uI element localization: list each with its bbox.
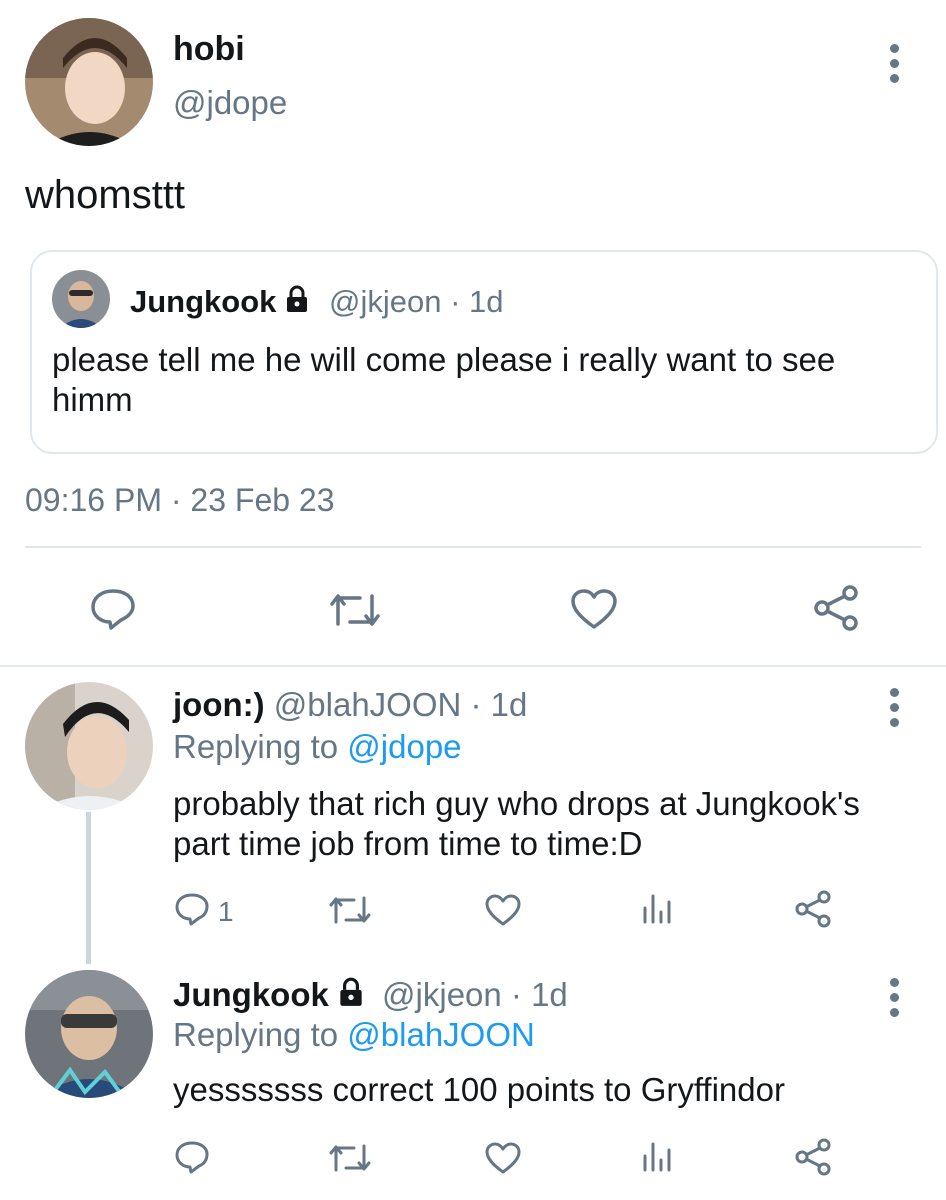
avatar-jungkook[interactable] <box>25 970 153 1098</box>
reply2-name[interactable]: Jungkook <box>173 976 329 1013</box>
reply1-replying-prefix: Replying to <box>173 728 339 765</box>
reply-icon[interactable] <box>90 588 136 630</box>
avatar-hobi[interactable] <box>25 18 153 146</box>
quoted-handle[interactable]: @jkjeon · 1d <box>329 284 504 319</box>
thread-line <box>86 812 91 964</box>
reply2-replying-prefix: Replying to <box>173 1016 339 1053</box>
reply1-text: probably that rich guy who drops at Jung… <box>173 785 860 862</box>
quoted-text: please tell me he will come please i rea… <box>52 341 836 418</box>
share-icon[interactable] <box>812 584 860 632</box>
more-icon[interactable] <box>884 688 904 733</box>
more-icon[interactable] <box>884 978 904 1023</box>
retweet-icon[interactable] <box>328 1142 372 1174</box>
reply2-text: yesssssss correct 100 points to Gryffind… <box>173 1071 785 1108</box>
retweet-icon[interactable] <box>328 590 382 630</box>
avatar-joon[interactable] <box>25 682 153 810</box>
lock-icon <box>287 285 308 312</box>
main-tweet-timestamp: 09:16 PM · 23 Feb 23 <box>25 482 335 518</box>
section-divider <box>0 665 946 667</box>
lock-icon <box>340 977 362 1006</box>
share-icon[interactable] <box>794 1138 832 1176</box>
main-tweet-text: whomsttt <box>25 173 186 217</box>
main-tweet-name[interactable]: hobi <box>173 30 245 69</box>
share-icon[interactable] <box>794 890 832 928</box>
more-icon[interactable] <box>884 44 904 89</box>
reply2-replying-to[interactable]: @blahJOON <box>347 1016 535 1053</box>
analytics-icon[interactable] <box>640 892 674 926</box>
reply1-name[interactable]: joon:) <box>173 686 265 723</box>
like-icon[interactable] <box>484 893 522 927</box>
reply1-reply-count: 1 <box>218 896 234 927</box>
main-tweet-handle[interactable]: @jdope <box>173 84 287 122</box>
like-icon[interactable] <box>484 1141 522 1175</box>
divider <box>25 546 921 548</box>
reply1-handle[interactable]: @blahJOON · 1d <box>274 686 528 723</box>
reply-icon[interactable] <box>174 892 210 926</box>
retweet-icon[interactable] <box>328 894 372 926</box>
reply-icon[interactable] <box>174 1140 210 1174</box>
reply2-handle[interactable]: @jkjeon · 1d <box>382 976 568 1013</box>
analytics-icon[interactable] <box>640 1140 674 1174</box>
avatar-jungkook-small[interactable] <box>52 270 110 328</box>
quoted-name[interactable]: Jungkook <box>130 284 276 319</box>
like-icon[interactable] <box>570 588 618 630</box>
reply1-replying-to[interactable]: @jdope <box>347 728 461 765</box>
